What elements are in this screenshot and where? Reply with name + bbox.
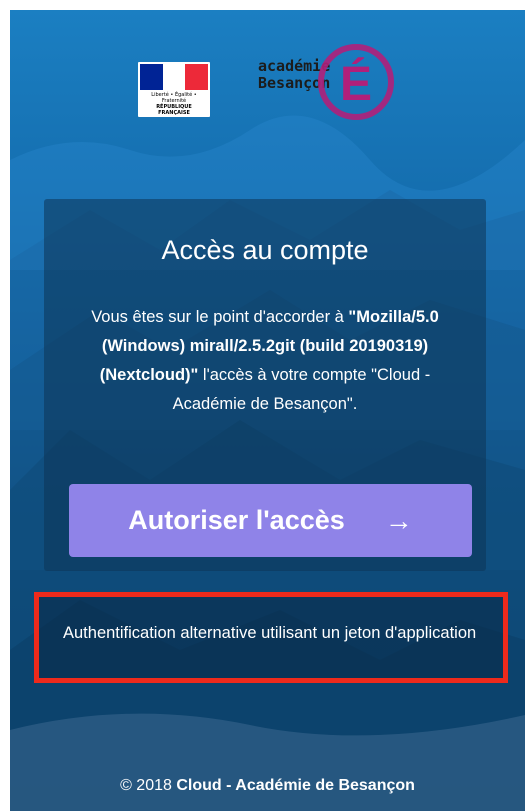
authorize-button-label: Autoriser l'accès [128, 505, 345, 535]
arrow-right-icon: → [384, 504, 413, 536]
header-logos: Liberté • Égalité • Fraternité RÉPUBLIQU… [10, 10, 525, 150]
svg-text:É: É [340, 57, 372, 111]
footer-site-name: Cloud - Académie de Besançon [176, 777, 415, 794]
alternative-auth-link[interactable]: Authentification alternative utilisant u… [63, 619, 493, 647]
republique-francaise-caption: Liberté • Égalité • Fraternité RÉPUBLIQU… [151, 92, 197, 116]
alternative-auth-box: Authentification alternative utilisant u… [34, 592, 508, 683]
academie-e-logo-icon: É [318, 44, 394, 120]
grant-access-message: Vous êtes sur le point d'accorder à "Moz… [91, 308, 439, 413]
republique-francaise-logo: Liberté • Égalité • Fraternité RÉPUBLIQU… [138, 62, 210, 117]
authorize-access-button[interactable]: Autoriser l'accès → [69, 484, 472, 557]
card-title: Accès au compte [161, 235, 369, 265]
french-flag-icon [140, 64, 209, 90]
login-background: Liberté • Égalité • Fraternité RÉPUBLIQU… [10, 10, 525, 811]
footer: © 2018 Cloud - Académie de Besançon [120, 777, 415, 794]
